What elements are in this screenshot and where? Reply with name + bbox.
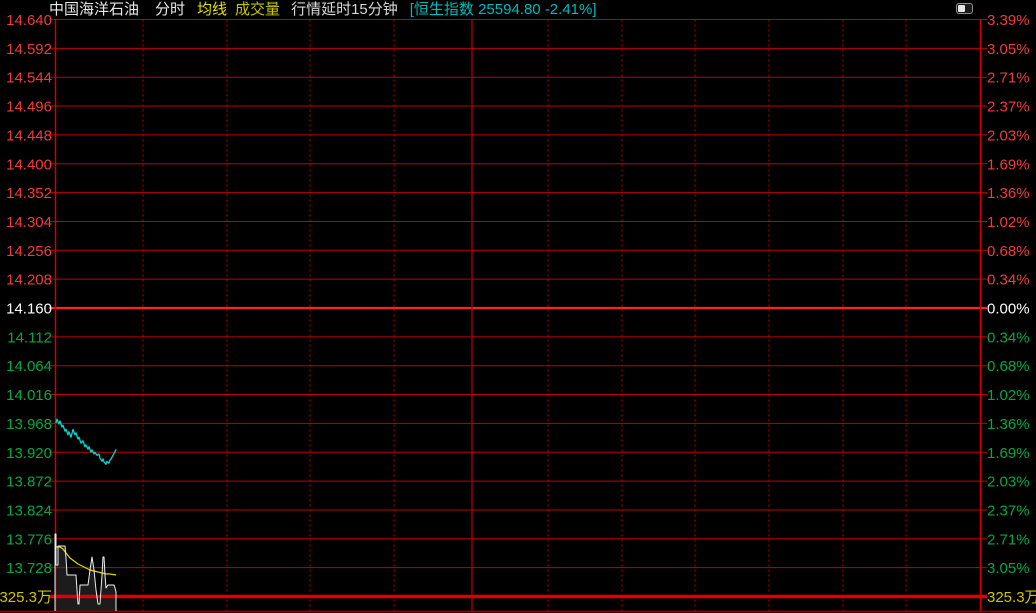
pct-axis-label: 0.00%: [987, 301, 1030, 318]
pct-axis-label: 2.71%: [987, 70, 1030, 87]
pct-axis-label: 2.03%: [987, 127, 1030, 144]
pct-axis-label: 0.68%: [987, 243, 1030, 260]
pct-axis-label: 2.37%: [987, 99, 1030, 116]
price-axis-label: 14.304: [6, 214, 52, 231]
pct-axis-label: 1.02%: [987, 214, 1030, 231]
pct-axis-label: 3.05%: [987, 41, 1030, 58]
pct-axis-label: 2.37%: [987, 502, 1030, 519]
pct-axis-label: 3.05%: [987, 560, 1030, 577]
minute-price-line: [56, 419, 116, 464]
timeshare-chart[interactable]: 14.640 14.592 14.544 14.496 14.448 14.400 14.3…: [0, 0, 1036, 613]
price-axis-label: 14.352: [6, 185, 52, 202]
price-axis-label: 13.776: [6, 531, 52, 548]
price-axis-label: 13.824: [6, 502, 52, 519]
price-axis-label: 14.016: [6, 387, 52, 404]
price-axis-label: 14.448: [6, 127, 52, 144]
pct-axis-label: 1.36%: [987, 416, 1030, 433]
price-axis-label: 14.160: [6, 301, 52, 318]
price-axis-label: 14.208: [6, 272, 52, 289]
pct-axis-label: 2.71%: [987, 531, 1030, 548]
price-axis-label: 14.400: [6, 156, 52, 173]
price-axis-label: 14.112: [7, 329, 52, 346]
pct-axis-label: 0.34%: [987, 272, 1030, 289]
price-axis-label: 14.064: [6, 358, 52, 375]
price-axis-label: 13.968: [6, 416, 52, 433]
price-axis-label: 14.544: [6, 70, 52, 87]
volume-scale-label-right: 325.3万: [987, 589, 1036, 606]
pct-axis-label: 2.03%: [987, 474, 1030, 491]
pct-axis-label: 0.68%: [987, 358, 1030, 375]
pct-axis-label: 1.36%: [987, 185, 1030, 202]
pct-axis-label: 0.34%: [987, 329, 1030, 346]
price-axis-label: 14.592: [6, 41, 52, 58]
pct-axis-label: 1.69%: [987, 156, 1030, 173]
price-axis-label: 13.872: [6, 474, 52, 491]
pct-axis-label: 3.39%: [987, 12, 1030, 29]
pct-axis-label: 1.69%: [987, 445, 1030, 462]
price-axis-label: 13.920: [6, 445, 52, 462]
volume-scale-label-left: 325.3万: [0, 589, 52, 606]
price-axis-label: 14.496: [6, 99, 52, 116]
price-axis-label: 14.640: [6, 12, 52, 29]
price-axis-label: 14.256: [6, 243, 52, 260]
pct-axis-label: 1.02%: [987, 387, 1030, 404]
stock-timeshare-screen: 中国海洋石油 分时 均线 成交量 行情延时15分钟 [恒生指数 25594.80…: [0, 0, 1036, 613]
price-axis-label: 13.728: [6, 560, 52, 577]
